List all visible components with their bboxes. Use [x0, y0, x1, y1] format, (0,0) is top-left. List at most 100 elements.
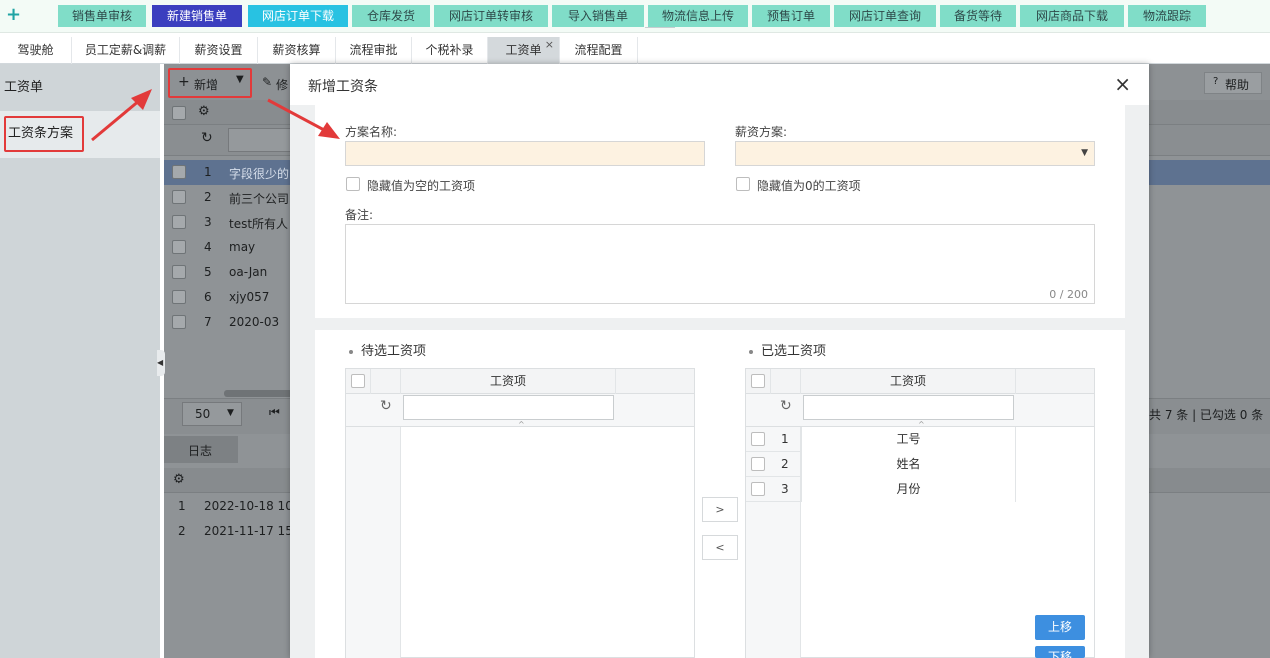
collapse-arrow-icon[interactable]: ◀: [157, 350, 165, 376]
quick-btn-new-sales[interactable]: 新建销售单: [152, 5, 242, 27]
log-row-time: 2021-11-17 15: [204, 524, 293, 538]
item-checkbox[interactable]: [751, 482, 765, 496]
bullet-icon: [349, 349, 353, 354]
tab-cockpit[interactable]: 驾驶舱: [0, 37, 72, 64]
item-number: 2: [781, 457, 789, 471]
selected-items-title-text: 已选工资项: [761, 344, 827, 359]
quick-btn-order-to-review[interactable]: 网店订单转审核: [434, 5, 548, 27]
add-payslip-dialog: 新增工资条 × 方案名称: 薪资方案: ▼ 隐藏值为空的工资项 隐藏值为0的工资…: [290, 64, 1149, 658]
tab-tax[interactable]: 个税补录: [412, 37, 488, 64]
row-checkbox[interactable]: [172, 215, 186, 229]
available-filter-input[interactable]: [403, 395, 614, 420]
row-checkbox[interactable]: [172, 165, 186, 179]
selected-items-title: 已选工资项: [749, 340, 826, 359]
bullet-icon: [749, 349, 753, 354]
gear-icon[interactable]: ⚙: [173, 472, 185, 487]
selected-filter-row: ↻ ^: [746, 394, 1094, 429]
row-checkbox[interactable]: [172, 315, 186, 329]
plus-icon[interactable]: +: [6, 5, 22, 25]
available-items-title-text: 待选工资项: [361, 344, 427, 359]
list-item[interactable]: 1 工号: [746, 427, 1016, 452]
row-number: 1: [204, 165, 212, 179]
module-tabs: 驾驶舱 员工定薪&调薪 薪资设置 薪资核算 流程审批 个税补录 工资单 × 流程…: [0, 37, 1270, 64]
available-column-header: 工资项: [401, 369, 616, 394]
help-label: 帮助: [1225, 78, 1250, 92]
close-icon[interactable]: ×: [545, 31, 554, 58]
available-grid-header: 工资项: [346, 369, 694, 394]
quick-btn-order-query[interactable]: 网店订单查询: [834, 5, 936, 27]
quick-btn-sales-review[interactable]: 销售单审核: [58, 5, 146, 27]
edit-button[interactable]: 修: [276, 76, 288, 93]
selected-select-all-checkbox[interactable]: [751, 374, 765, 388]
tab-approval[interactable]: 流程审批: [336, 37, 412, 64]
selected-grid-header: 工资项: [746, 369, 1094, 394]
list-item[interactable]: 3 月份: [746, 477, 1016, 502]
quick-btn-warehouse-ship[interactable]: 仓库发货: [352, 5, 430, 27]
available-items-grid: 工资项 ↻ ^: [345, 368, 695, 658]
dialog-title: 新增工资条: [308, 79, 378, 95]
row-number: 7: [204, 315, 212, 329]
chevron-down-icon: ▼: [1081, 148, 1088, 158]
quick-btn-order-download[interactable]: 网店订单下载: [248, 5, 348, 27]
page-size-select[interactable]: 50 ▼: [182, 402, 242, 426]
available-select-all-checkbox[interactable]: [351, 374, 365, 388]
plan-name-input[interactable]: [345, 141, 705, 166]
tab-payslip[interactable]: 工资单 ×: [488, 37, 560, 64]
plan-name-label: 方案名称:: [345, 125, 398, 139]
row-name: xjy057: [229, 290, 270, 304]
caret-up-icon: ^: [518, 420, 525, 429]
tab-flow-config[interactable]: 流程配置: [560, 37, 638, 64]
move-up-button[interactable]: 上移: [1035, 615, 1085, 640]
available-filter-row: ↻ ^: [346, 394, 694, 429]
row-number: 4: [204, 240, 212, 254]
refresh-icon[interactable]: ↻: [201, 130, 213, 146]
select-all-checkbox[interactable]: [172, 106, 186, 120]
record-summary: 共 7 条 | 已勾选 0 条: [1149, 408, 1264, 422]
quick-btn-logistics-track[interactable]: 物流跟踪: [1128, 5, 1206, 27]
quick-btn-logistics-upload[interactable]: 物流信息上传: [648, 5, 748, 27]
move-down-button[interactable]: 下移: [1035, 646, 1085, 658]
salary-plan-select[interactable]: ▼: [735, 141, 1095, 166]
tab-log[interactable]: 日志: [164, 436, 238, 463]
dialog-header: 新增工资条 ×: [290, 64, 1149, 105]
selected-filter-input[interactable]: [803, 395, 1014, 420]
list-item[interactable]: 2 姓名: [746, 452, 1016, 477]
refresh-icon[interactable]: ↻: [380, 398, 392, 414]
row-checkbox[interactable]: [172, 240, 186, 254]
item-checkbox[interactable]: [751, 457, 765, 471]
row-number: 6: [204, 290, 212, 304]
first-page-icon[interactable]: ⏮: [269, 405, 280, 420]
quick-btn-goods-download[interactable]: 网店商品下载: [1020, 5, 1124, 27]
item-checkbox[interactable]: [751, 432, 765, 446]
quick-btn-stock-wait[interactable]: 备货等待: [940, 5, 1016, 27]
hide-zero-checkbox[interactable]: [736, 177, 750, 191]
sidebar-item-payslip[interactable]: 工资单: [0, 64, 160, 111]
move-right-button[interactable]: >: [702, 497, 738, 522]
tab-salary-calc[interactable]: 薪资核算: [258, 37, 336, 64]
help-button[interactable]: ? 帮助: [1204, 72, 1262, 94]
row-checkbox[interactable]: [172, 190, 186, 204]
tab-salary-adjust[interactable]: 员工定薪&调薪: [72, 37, 180, 64]
collapse-handle[interactable]: [645, 27, 675, 34]
row-name: 2020-03: [229, 315, 280, 329]
available-side-column: [346, 427, 401, 658]
log-row-number: 2: [178, 524, 186, 538]
remark-textarea[interactable]: 0 / 200: [345, 224, 1095, 304]
available-items-title: 待选工资项: [349, 340, 426, 359]
row-checkbox[interactable]: [172, 265, 186, 279]
quick-toolbar: + 销售单审核 新建销售单 网店订单下载 仓库发货 网店订单转审核 导入销售单 …: [0, 0, 1270, 33]
quick-btn-presale[interactable]: 预售订单: [752, 5, 830, 27]
quick-btn-import-sales[interactable]: 导入销售单: [552, 5, 644, 27]
hide-empty-checkbox[interactable]: [346, 177, 360, 191]
close-icon[interactable]: ×: [1114, 72, 1131, 96]
refresh-icon[interactable]: ↻: [780, 398, 792, 414]
item-name: 姓名: [801, 452, 1016, 477]
row-checkbox[interactable]: [172, 290, 186, 304]
tab-salary-settings[interactable]: 薪资设置: [180, 37, 258, 64]
filter-input[interactable]: [228, 128, 298, 152]
move-left-button[interactable]: <: [702, 535, 738, 560]
row-number: 2: [204, 190, 212, 204]
selected-header-num-cell: [771, 369, 801, 394]
sidebar-item-payslip-plan[interactable]: 工资条方案: [0, 111, 160, 158]
gear-icon[interactable]: ⚙: [198, 104, 210, 119]
